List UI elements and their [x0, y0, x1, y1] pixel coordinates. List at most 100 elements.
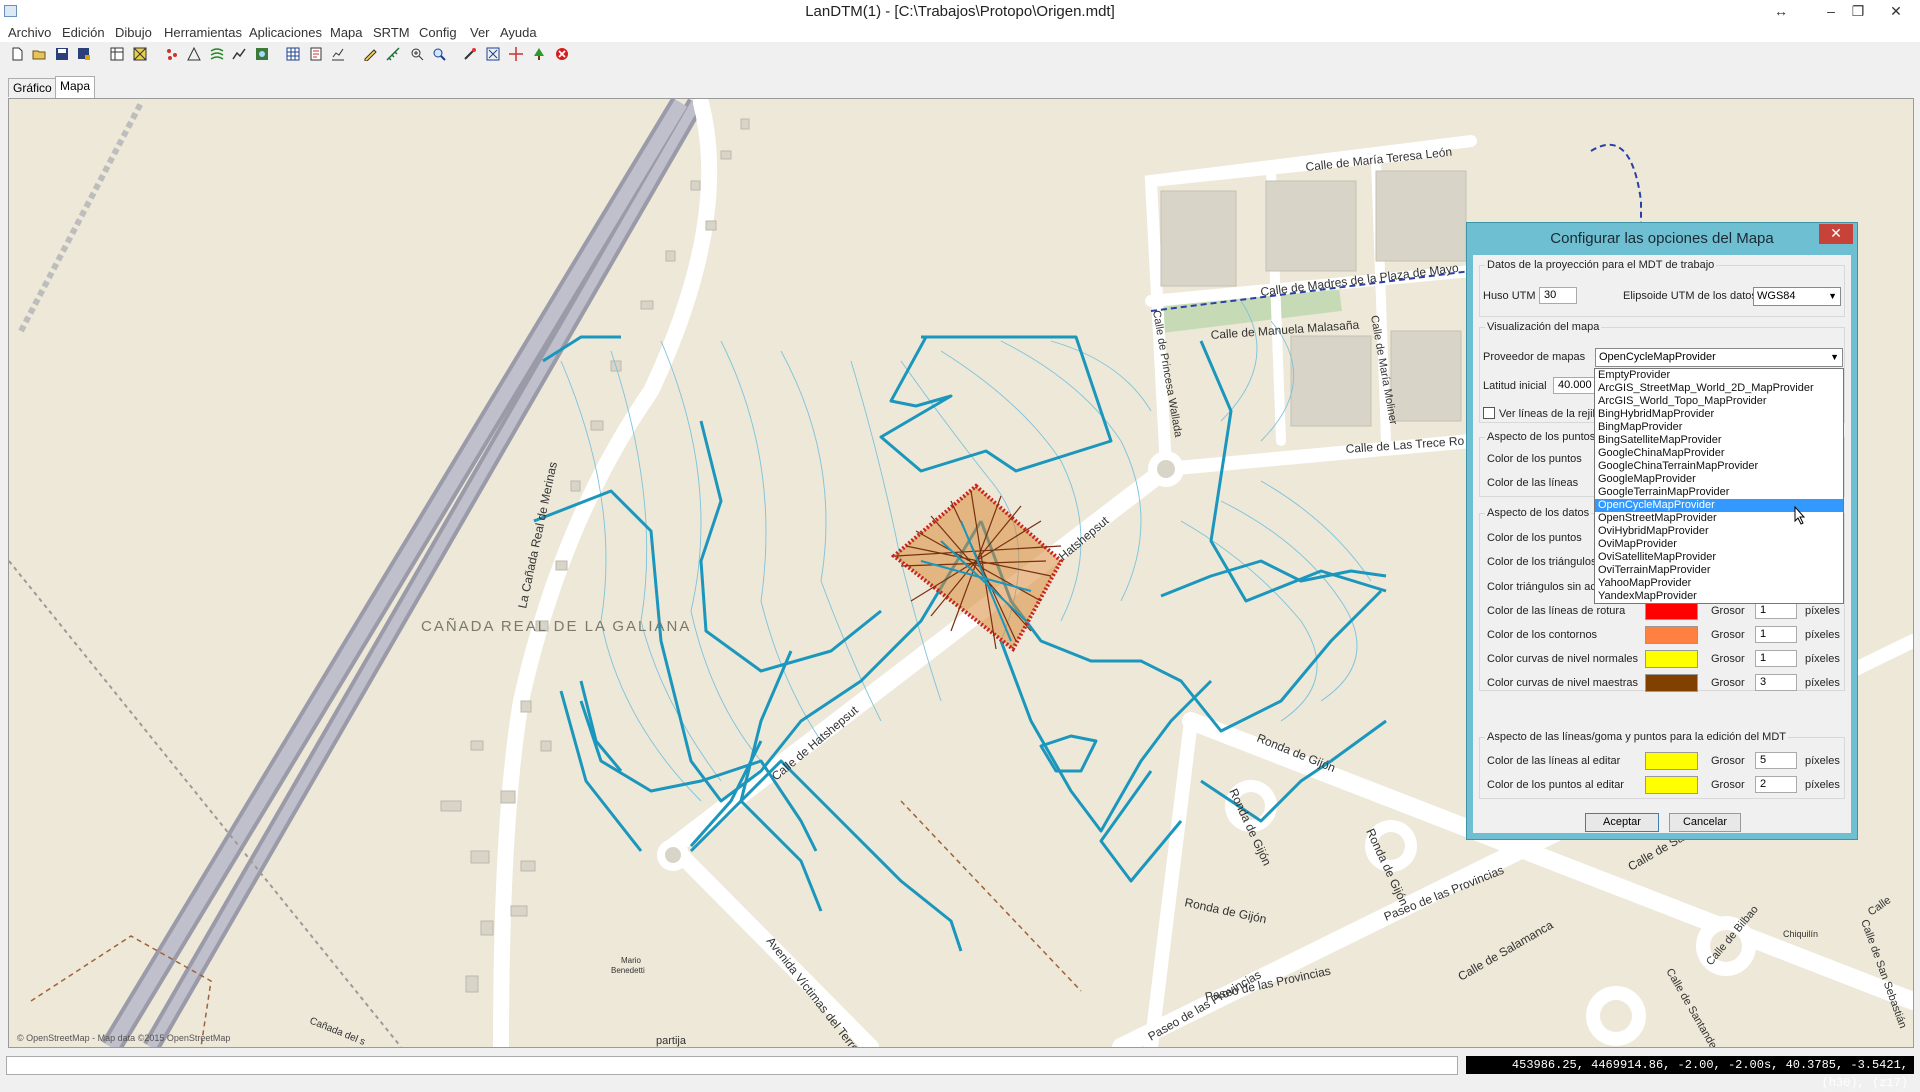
- provider-option[interactable]: YahooMapProvider: [1595, 577, 1843, 590]
- save-as-icon[interactable]: [77, 47, 91, 61]
- table-icon[interactable]: [286, 47, 300, 61]
- data-group-title: Aspecto de los datos: [1485, 507, 1592, 519]
- pixeles-label: píxeles: [1805, 605, 1840, 617]
- triangulate-icon[interactable]: [187, 47, 201, 61]
- provider-option[interactable]: ArcGIS_World_Topo_MapProvider: [1595, 395, 1843, 408]
- save-icon[interactable]: [55, 47, 69, 61]
- provider-option[interactable]: BingMapProvider: [1595, 421, 1843, 434]
- rotura-label: Color de las líneas de rotura: [1487, 605, 1626, 617]
- elipsoide-select[interactable]: WGS84 ▼: [1753, 287, 1841, 306]
- provider-option[interactable]: EmptyProvider: [1595, 369, 1843, 382]
- provider-option[interactable]: GoogleChinaTerrainMapProvider: [1595, 460, 1843, 473]
- lineas-editar-grosor-input[interactable]: 5: [1755, 752, 1797, 769]
- menu-archivo[interactable]: Archivo: [8, 25, 51, 40]
- provider-option[interactable]: GoogleTerrainMapProvider: [1595, 486, 1843, 499]
- provider-options: EmptyProvider ArcGIS_StreetMap_World_2D_M…: [1595, 369, 1843, 603]
- restore-arrows-icon[interactable]: ↔: [1768, 1, 1794, 21]
- tab-mapa[interactable]: Mapa: [55, 76, 96, 98]
- chart-icon[interactable]: [331, 47, 345, 61]
- curvas-maestras-color-swatch[interactable]: [1645, 674, 1698, 692]
- rotura-color-swatch[interactable]: [1645, 602, 1698, 620]
- color-triangulos-sin-label: Color triángulos sin ac: [1487, 581, 1596, 593]
- lineas-editar-color-swatch[interactable]: [1645, 752, 1698, 770]
- mesh-icon[interactable]: [133, 47, 147, 61]
- street-label: partija: [656, 1035, 687, 1047]
- provider-option[interactable]: OviTerrainMapProvider: [1595, 564, 1843, 577]
- proveedor-select[interactable]: OpenCycleMapProvider ▼: [1595, 348, 1843, 367]
- minimize-icon[interactable]: –: [1818, 1, 1844, 21]
- menu-edicion[interactable]: Edición: [62, 25, 105, 40]
- profile-icon[interactable]: [232, 47, 246, 61]
- contornos-color-swatch[interactable]: [1645, 626, 1698, 644]
- tab-grafico[interactable]: Gráfico: [8, 78, 57, 97]
- provider-option[interactable]: YandexMapProvider: [1595, 590, 1843, 603]
- provider-option[interactable]: OviSatelliteMapProvider: [1595, 551, 1843, 564]
- grosor-label: Grosor: [1711, 629, 1745, 641]
- menu-herramientas[interactable]: Herramientas: [164, 25, 242, 40]
- rejilla-checkbox[interactable]: [1483, 407, 1495, 419]
- stop-icon[interactable]: [555, 47, 569, 61]
- cancel-button[interactable]: Cancelar: [1669, 813, 1741, 832]
- menu-bar: Archivo Edición Dibujo Herramientas Apli…: [0, 22, 1920, 42]
- dialog-title: Configurar las opciones del Mapa: [1550, 230, 1774, 247]
- mouse-cursor-icon: [1794, 506, 1806, 525]
- contornos-grosor-input[interactable]: 1: [1755, 626, 1797, 643]
- zoom-in-icon[interactable]: [410, 47, 424, 61]
- provider-dropdown-list[interactable]: EmptyProvider ArcGIS_StreetMap_World_2D_M…: [1594, 368, 1844, 604]
- proveedor-value: OpenCycleMapProvider: [1599, 351, 1716, 363]
- elipsoide-label: Elipsoide UTM de los datos: [1623, 290, 1757, 302]
- zoom-extents-icon[interactable]: [486, 47, 500, 61]
- menu-ayuda[interactable]: Ayuda: [500, 25, 537, 40]
- status-bar: 453986.25, 4469914.86, -2.00, -2.00s, 40…: [0, 1052, 1920, 1090]
- map-attribution: © OpenStreetMap - Map data ©2015 OpenStr…: [17, 1033, 230, 1043]
- tree-icon[interactable]: [532, 47, 546, 61]
- crosshair-icon[interactable]: [509, 47, 523, 61]
- contornos-label: Color de los contornos: [1487, 629, 1598, 641]
- new-file-icon[interactable]: [10, 47, 24, 61]
- dialog-close-button[interactable]: ✕: [1819, 224, 1853, 244]
- curvas-maestras-grosor-input[interactable]: 3: [1755, 674, 1797, 691]
- menu-aplicaciones[interactable]: Aplicaciones: [249, 25, 322, 40]
- curvas-normales-grosor-input[interactable]: 1: [1755, 650, 1797, 667]
- menu-config[interactable]: Config: [419, 25, 457, 40]
- report-icon[interactable]: [309, 47, 323, 61]
- grosor-label: Grosor: [1711, 779, 1745, 791]
- points-icon[interactable]: [165, 47, 179, 61]
- window-title: LanDTM(1) - [C:\Trabajos\Protopo\Origen.…: [805, 3, 1115, 20]
- open-folder-icon[interactable]: [32, 47, 46, 61]
- provider-option[interactable]: OviMapProvider: [1595, 538, 1843, 551]
- accept-button[interactable]: Aceptar: [1585, 813, 1659, 832]
- contours-icon[interactable]: [210, 47, 224, 61]
- puntos-editar-grosor-input[interactable]: 2: [1755, 776, 1797, 793]
- puntos-editar-color-swatch[interactable]: [1645, 776, 1698, 794]
- close-icon[interactable]: ✕: [1883, 1, 1909, 21]
- wand-icon[interactable]: [463, 47, 477, 61]
- pencil-icon[interactable]: [363, 47, 377, 61]
- provider-option[interactable]: BingHybridMapProvider: [1595, 408, 1843, 421]
- points-group-title: Aspecto de los puntos: [1485, 431, 1598, 443]
- huso-input[interactable]: 30: [1539, 287, 1577, 304]
- measure-icon[interactable]: [386, 47, 400, 61]
- menu-dibujo[interactable]: Dibujo: [115, 25, 152, 40]
- rotura-grosor-input[interactable]: 1: [1755, 602, 1797, 619]
- lineas-editar-label: Color de las líneas al editar: [1487, 755, 1621, 767]
- map-view-icon[interactable]: [255, 47, 269, 61]
- provider-option[interactable]: BingSatelliteMapProvider: [1595, 434, 1843, 447]
- grid-view-icon[interactable]: [110, 47, 124, 61]
- proveedor-label: Proveedor de mapas: [1483, 351, 1586, 363]
- curvas-normales-color-swatch[interactable]: [1645, 650, 1698, 668]
- projection-group-title: Datos de la proyección para el MDT de tr…: [1485, 259, 1717, 271]
- color-puntos-datos-label: Color de los puntos: [1487, 532, 1582, 544]
- menu-ver[interactable]: Ver: [470, 25, 490, 40]
- provider-option[interactable]: GoogleChinaMapProvider: [1595, 447, 1843, 460]
- toolbar: [0, 42, 1920, 68]
- zoom-icon[interactable]: [432, 47, 446, 61]
- menu-srtm[interactable]: SRTM: [373, 25, 410, 40]
- menu-mapa[interactable]: Mapa: [330, 25, 363, 40]
- color-triangulos-label: Color de los triángulos: [1487, 556, 1597, 568]
- provider-option[interactable]: OviHybridMapProvider: [1595, 525, 1843, 538]
- provider-option[interactable]: ArcGIS_StreetMap_World_2D_MapProvider: [1595, 382, 1843, 395]
- maximize-icon[interactable]: ❐: [1845, 1, 1871, 21]
- provider-option[interactable]: GoogleMapProvider: [1595, 473, 1843, 486]
- rejilla-label: Ver líneas de la rejil: [1499, 408, 1595, 420]
